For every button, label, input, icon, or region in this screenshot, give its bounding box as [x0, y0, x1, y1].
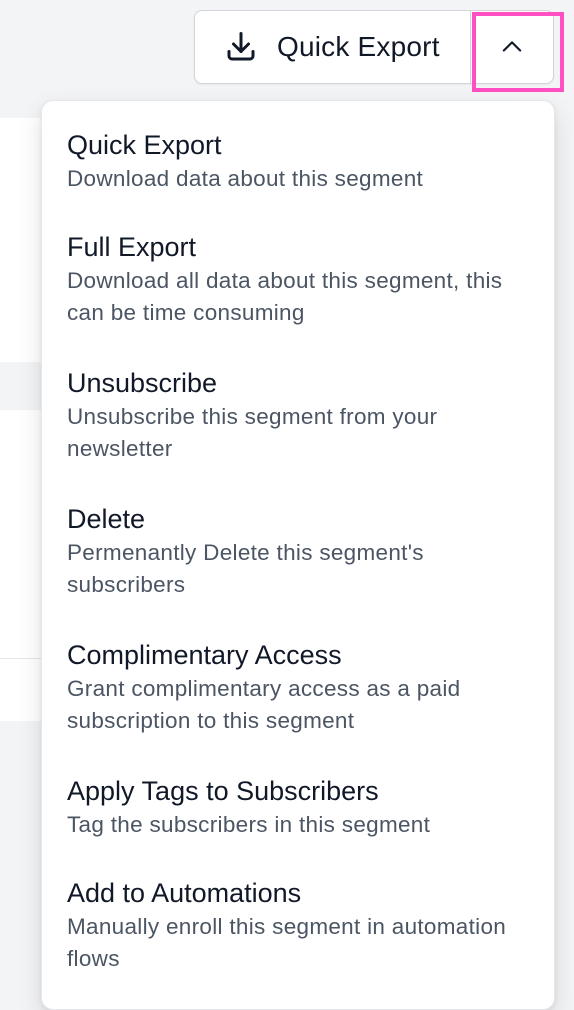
menu-item-description: Permenantly Delete this segment's subscr… — [67, 540, 424, 597]
quick-export-button[interactable]: Quick Export — [195, 11, 470, 83]
menu-item-description: Grant complimentary access as a paid sub… — [67, 676, 461, 733]
chevron-up-icon — [498, 33, 526, 61]
menu-item-unsubscribe[interactable]: Unsubscribe Unsubscribe this segment fro… — [42, 365, 554, 465]
menu-item-description: Tag the subscribers in this segment — [67, 812, 431, 837]
menu-item-full-export[interactable]: Full Export Download all data about this… — [42, 229, 554, 329]
menu-item-title: Unsubscribe — [67, 368, 218, 398]
menu-item-title: Quick Export — [67, 130, 222, 160]
menu-item-title: Delete — [67, 504, 146, 534]
menu-item-title: Add to Automations — [67, 878, 302, 908]
export-dropdown-toggle[interactable] — [470, 11, 553, 83]
menu-item-title: Complimentary Access — [67, 640, 342, 670]
menu-item-add-to-automations[interactable]: Add to Automations Manually enroll this … — [42, 875, 554, 975]
menu-item-quick-export[interactable]: Quick Export Download data about this se… — [42, 127, 554, 195]
menu-item-description: Download all data about this segment, th… — [67, 268, 503, 325]
menu-item-description: Unsubscribe this segment from your newsl… — [67, 404, 438, 461]
menu-item-description: Download data about this segment — [67, 166, 424, 191]
menu-item-delete[interactable]: Delete Permenantly Delete this segment's… — [42, 501, 554, 601]
quick-export-label: Quick Export — [277, 31, 440, 62]
export-dropdown-menu: Quick Export Download data about this se… — [41, 100, 555, 1010]
menu-item-title: Apply Tags to Subscribers — [67, 776, 379, 806]
menu-item-complimentary-access[interactable]: Complimentary Access Grant complimentary… — [42, 637, 554, 737]
download-icon — [223, 29, 259, 65]
menu-item-title: Full Export — [67, 232, 197, 262]
menu-item-description: Manually enroll this segment in automati… — [67, 914, 507, 971]
menu-item-apply-tags[interactable]: Apply Tags to Subscribers Tag the subscr… — [42, 773, 554, 841]
export-split-button: Quick Export — [194, 10, 554, 84]
